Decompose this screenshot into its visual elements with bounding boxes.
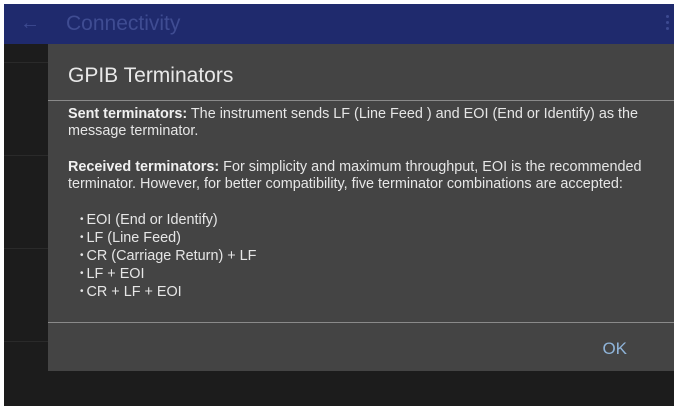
sent-terminators-heading: Sent terminators: — [68, 106, 188, 122]
terminator-list: EOI (End or Identify) LF (Line Feed) CR … — [68, 212, 643, 302]
ok-button[interactable]: OK — [602, 339, 627, 359]
more-vert-icon[interactable] — [666, 15, 670, 33]
list-item: EOI (End or Identify) — [80, 212, 643, 230]
list-item: LF (Line Feed) — [80, 230, 643, 248]
dialog-top-divider — [48, 100, 674, 101]
screen: ← Connectivity GPIB Terminators Sent ter… — [4, 4, 674, 406]
list-item: CR (Carriage Return) + LF — [80, 248, 643, 266]
page-title: Connectivity — [66, 12, 181, 35]
dialog-content: Sent terminators: The instrument sends L… — [68, 106, 643, 302]
received-terminators-paragraph: Received terminators: For simplicity and… — [68, 159, 643, 193]
received-terminators-heading: Received terminators: — [68, 159, 220, 175]
list-item: LF + EOI — [80, 266, 643, 284]
dialog-title: GPIB Terminators — [68, 64, 234, 87]
gpib-terminators-dialog: GPIB Terminators Sent terminators: The i… — [48, 44, 674, 371]
sent-terminators-paragraph: Sent terminators: The instrument sends L… — [68, 106, 643, 140]
back-arrow-icon[interactable]: ← — [20, 12, 40, 34]
app-bar: ← Connectivity — [4, 4, 674, 44]
list-item: CR + LF + EOI — [80, 284, 643, 302]
dialog-bottom-divider — [48, 322, 674, 323]
